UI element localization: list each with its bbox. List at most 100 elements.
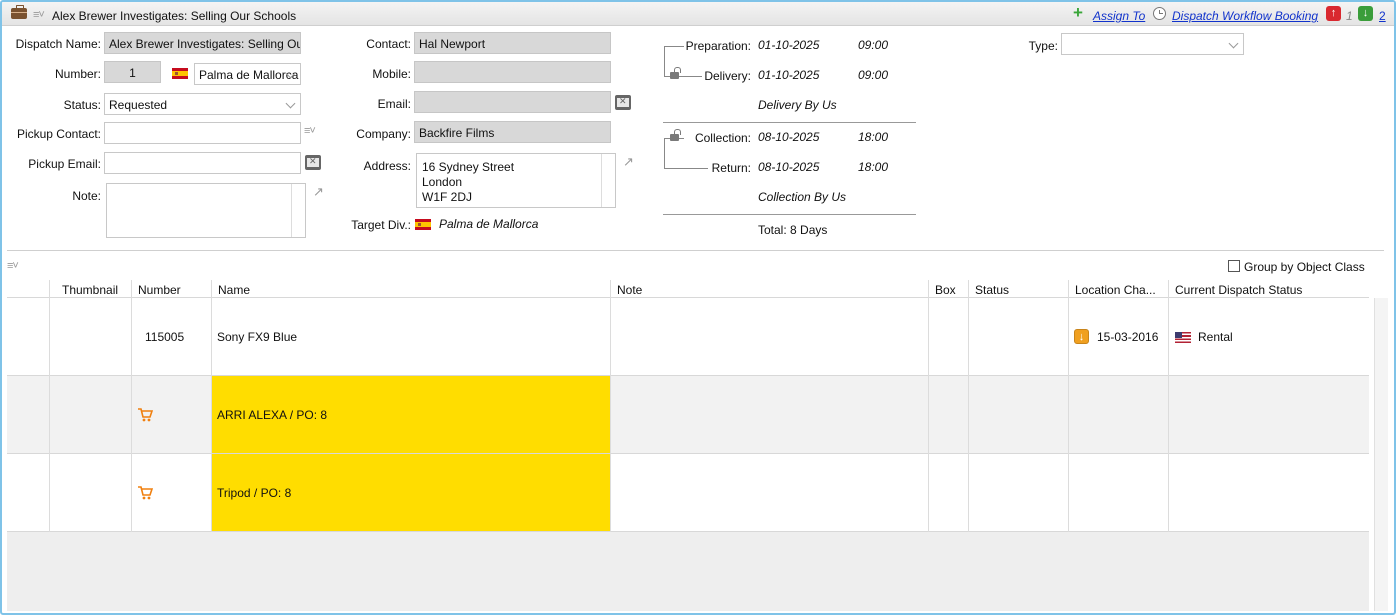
grid-menu-icon[interactable]: ≡˅ [7, 261, 19, 272]
group-by-checkbox[interactable] [1228, 260, 1240, 272]
return-time[interactable]: 18:00 [858, 160, 888, 174]
company-field[interactable]: Backfire Films [414, 121, 611, 143]
briefcase-icon [11, 5, 27, 19]
location-select-value: Palma de Mallorca [199, 68, 299, 82]
grid-col-divider [211, 280, 212, 532]
delivery-date[interactable]: 01-10-2025 [758, 68, 819, 82]
location-select[interactable]: Palma de Mallorca [194, 63, 301, 85]
contact-label: Contact: [366, 37, 411, 51]
address-line-3: W1F 2DJ [422, 190, 473, 204]
window-title: Alex Brewer Investigates: Selling Our Sc… [52, 9, 297, 23]
delivery-time[interactable]: 09:00 [858, 68, 888, 82]
dispatch-name-label: Dispatch Name: [15, 37, 101, 51]
col-number[interactable]: Number [138, 283, 181, 297]
row-location-date: 15-03-2016 [1097, 330, 1159, 344]
grid-col-divider [1168, 280, 1169, 532]
company-label: Company: [356, 127, 411, 141]
schedule-divider-2 [663, 214, 916, 215]
note-label: Note: [72, 189, 101, 203]
col-location-change[interactable]: Location Cha... [1075, 283, 1171, 297]
col-note[interactable]: Note [617, 283, 642, 297]
spain-flag-icon [172, 68, 188, 79]
status-select[interactable]: Requested [104, 93, 301, 115]
grid-col-divider [1068, 280, 1069, 532]
address-line-1: 16 Sydney Street [422, 160, 515, 174]
status-label: Status: [63, 98, 101, 112]
group-by-label: Group by Object Class [1244, 260, 1365, 274]
row-name: Tripod / PO: 8 [217, 486, 292, 500]
plus-icon[interactable]: + [1073, 4, 1083, 21]
count-down-link[interactable]: 2 [1379, 9, 1386, 23]
address-scrollbar[interactable] [601, 154, 615, 207]
collection-label: Collection: [694, 131, 751, 145]
email-mail-icon[interactable] [615, 95, 631, 110]
col-box[interactable]: Box [935, 283, 956, 297]
grid-col-divider [968, 280, 969, 532]
pickup-contact-label: Pickup Contact: [16, 127, 101, 141]
dispatch-name-field[interactable]: Alex Brewer Investigates: Selling Our Sc… [104, 32, 301, 54]
grid-vertical-scrollbar[interactable] [1374, 298, 1388, 611]
row-name: ARRI ALEXA / PO: 8 [217, 408, 328, 422]
pickup-contact-field[interactable] [104, 122, 301, 144]
preparation-date[interactable]: 01-10-2025 [758, 38, 819, 52]
note-textarea[interactable] [106, 183, 306, 238]
row-dispatch-status: Rental [1198, 330, 1233, 344]
delivery-by: Delivery By Us [758, 98, 837, 112]
grid-col-divider [610, 280, 611, 532]
location-change-arrow-icon[interactable]: ↓ [1074, 329, 1089, 344]
us-flag-icon [1175, 332, 1191, 343]
pickup-email-field[interactable] [104, 152, 301, 174]
status-select-value: Requested [109, 98, 168, 112]
shopping-cart-icon[interactable] [137, 408, 153, 422]
note-open-external-icon[interactable]: ↗ [313, 184, 324, 200]
title-bar: ≡˅ Alex Brewer Investigates: Selling Our… [2, 2, 1394, 26]
grid-col-divider [49, 280, 50, 532]
section-separator [7, 250, 1384, 251]
collection-date[interactable]: 08-10-2025 [758, 130, 819, 144]
pickup-email-label: Pickup Email: [28, 157, 101, 171]
row-number: 115005 [145, 330, 185, 344]
delivery-label: Delivery: [704, 69, 751, 83]
email-label: Email: [377, 97, 411, 111]
mobile-label: Mobile: [372, 67, 411, 81]
col-thumbnail[interactable]: Thumbnail [62, 283, 118, 297]
shopping-cart-icon[interactable] [137, 486, 153, 500]
number-label: Number: [54, 67, 101, 81]
assign-to-link[interactable]: Assign To [1093, 9, 1145, 23]
return-date[interactable]: 08-10-2025 [758, 160, 819, 174]
col-status[interactable]: Status [975, 283, 1009, 297]
address-text: 16 Sydney Street London W1F 2DJ [422, 160, 514, 205]
number-field[interactable]: 1 [104, 61, 161, 83]
grid-col-divider [928, 280, 929, 532]
type-select[interactable] [1061, 33, 1244, 55]
arrow-up-icon[interactable]: ↑ [1326, 6, 1341, 21]
count-up: 1 [1346, 9, 1353, 23]
dispatch-window: ≡˅ Alex Brewer Investigates: Selling Our… [0, 0, 1396, 615]
preparation-time[interactable]: 09:00 [858, 38, 888, 52]
address-line-2: London [422, 175, 463, 189]
collection-by: Collection By Us [758, 190, 847, 204]
address-label: Address: [363, 159, 411, 173]
email-field[interactable] [414, 91, 611, 113]
collection-time[interactable]: 18:00 [858, 130, 888, 144]
mobile-field[interactable] [414, 61, 611, 83]
address-open-external-icon[interactable]: ↗ [623, 154, 634, 170]
contact-field[interactable]: Hal Newport [414, 32, 611, 54]
type-label: Type: [1028, 39, 1058, 53]
target-div-label: Target Div.: [351, 218, 411, 232]
grid-col-divider [131, 280, 132, 532]
dispatch-workflow-link[interactable]: Dispatch Workflow Booking [1172, 9, 1318, 23]
col-name[interactable]: Name [218, 283, 250, 297]
preparation-label: Preparation: [685, 39, 751, 53]
list-menu-icon[interactable]: ≡˅ [33, 10, 45, 21]
row-name: Sony FX9 Blue [217, 330, 298, 344]
target-div-value: Palma de Mallorca [439, 217, 539, 231]
address-textarea[interactable]: 16 Sydney Street London W1F 2DJ [416, 153, 616, 208]
total-days: Total: 8 Days [758, 223, 828, 237]
arrow-down-icon[interactable]: ↓ [1358, 6, 1373, 21]
target-div-spain-flag-icon [415, 219, 431, 230]
schedule-divider-1 [663, 122, 916, 123]
clock-icon [1153, 7, 1166, 20]
items-grid: Thumbnail Number Name Note Box Status Lo… [7, 280, 1369, 611]
col-current-dispatch-status[interactable]: Current Dispatch Status [1175, 283, 1302, 297]
